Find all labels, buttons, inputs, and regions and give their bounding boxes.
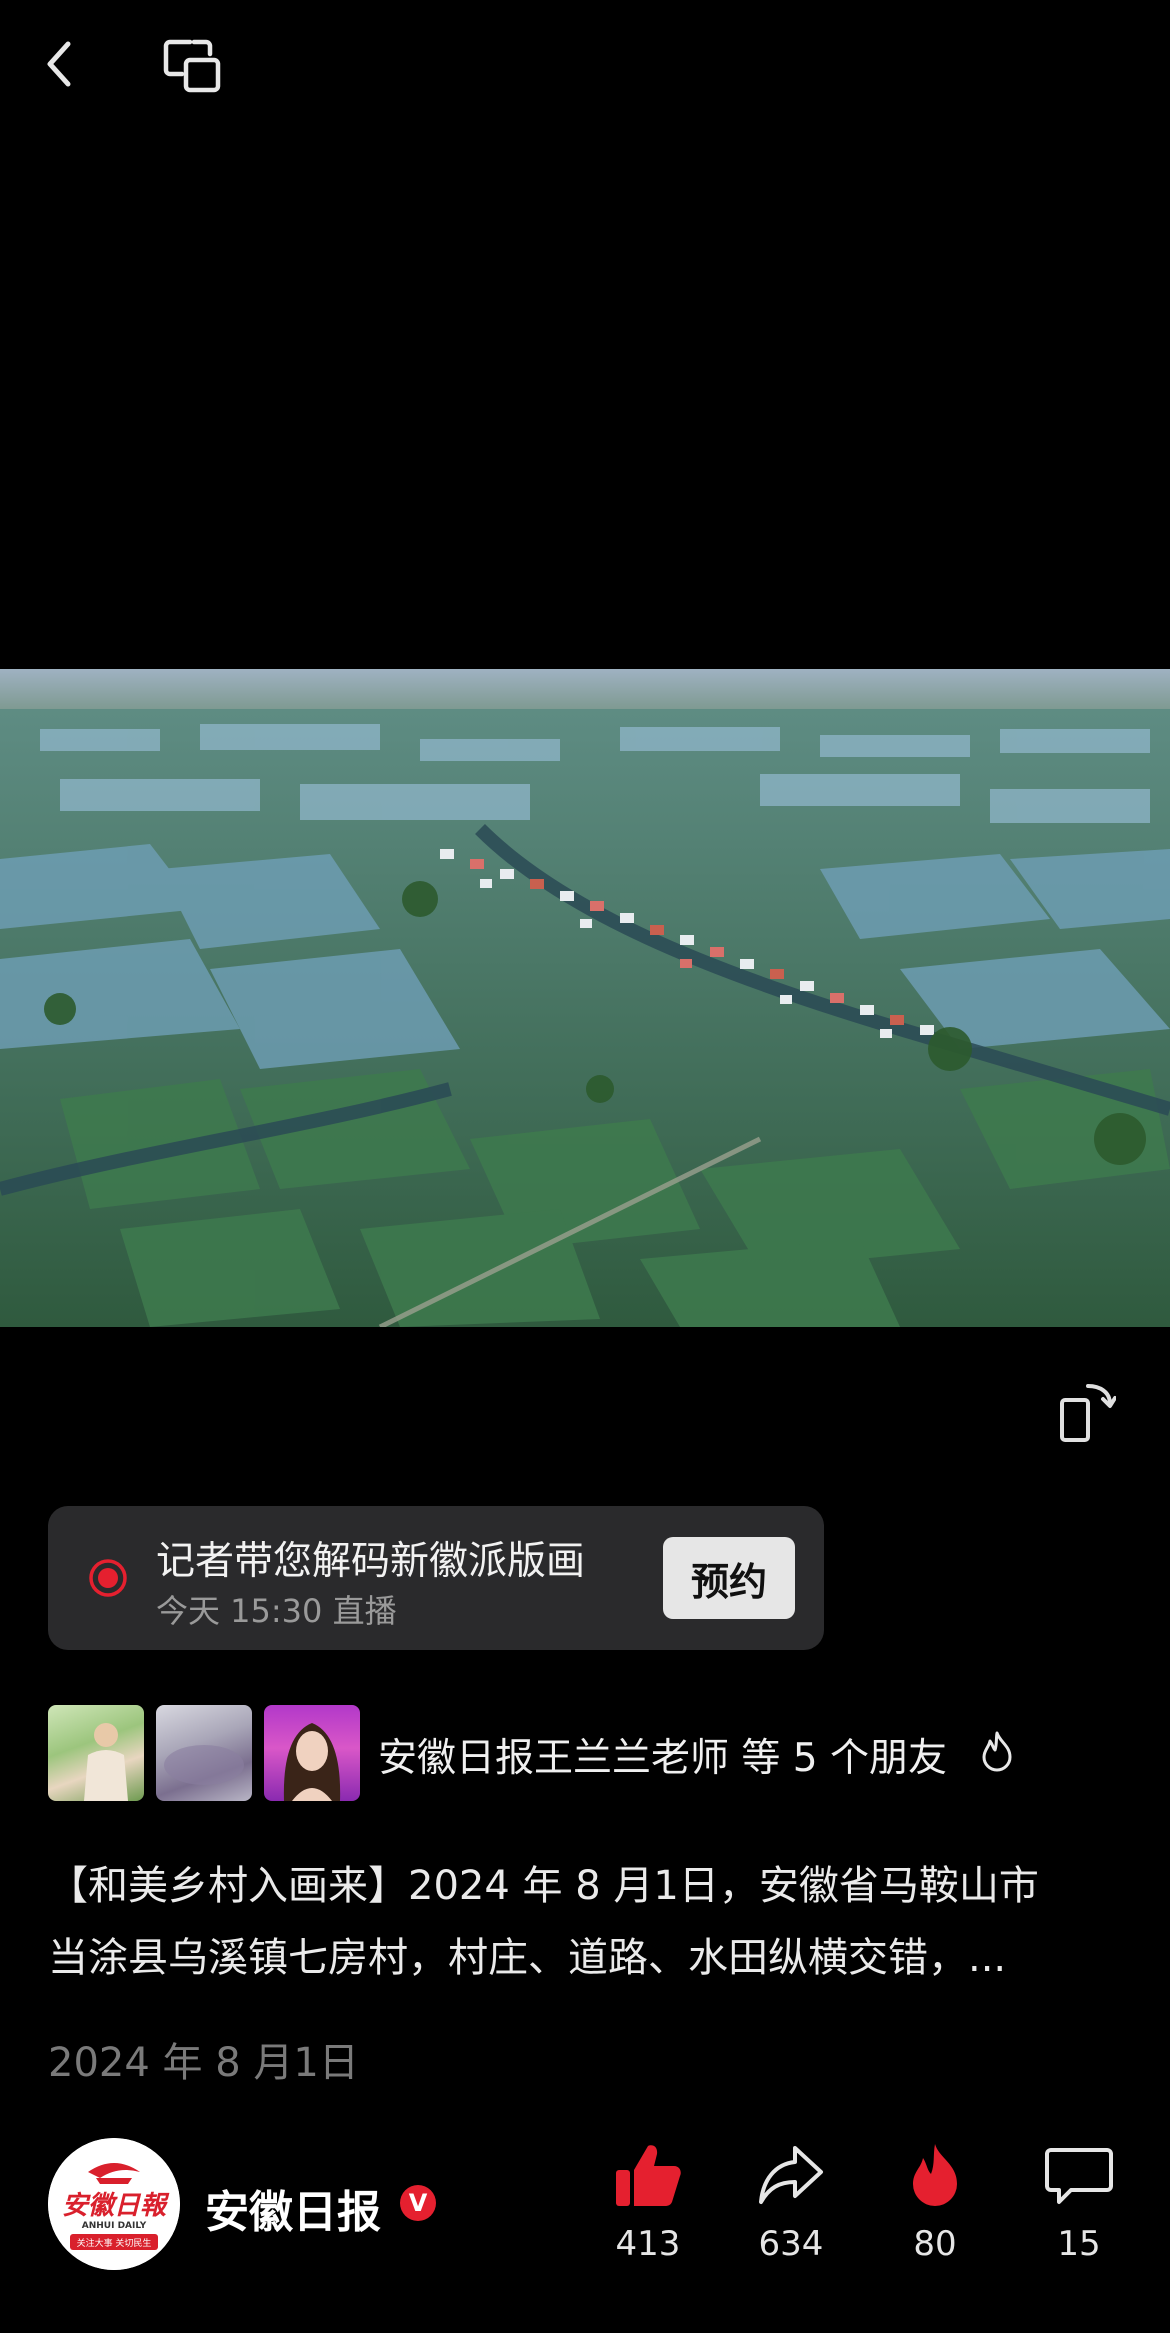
share-arrow-icon	[759, 2146, 823, 2204]
comment-bubble-icon	[1045, 2148, 1113, 2204]
fire-outline-icon	[982, 1731, 1012, 1772]
chevron-left-icon	[47, 41, 71, 87]
verified-badge: V	[400, 2185, 436, 2221]
avatar-photo	[84, 1723, 128, 1801]
hot-count: 80	[913, 2224, 957, 2264]
logo-tagline: 关注大事 关切民生	[77, 2237, 152, 2249]
comment-count: 15	[1057, 2224, 1101, 2264]
logo-text: 安徽日報	[62, 2191, 170, 2221]
live-reservation-card[interactable]: 记者带您解码新徽派版画 今天 15:30 直播 预约	[48, 1506, 824, 1650]
friend-avatar[interactable]	[156, 1705, 252, 1801]
avatar-photo	[164, 1745, 244, 1785]
post-date: 2024 年 8 月1日	[48, 2040, 359, 2086]
like-count: 413	[615, 2224, 681, 2264]
live-time: 今天 15:30 直播	[156, 1592, 397, 1630]
fullscreen-rotate-button[interactable]	[1058, 1380, 1117, 1444]
live-record-icon	[89, 1559, 127, 1597]
description-line: 当涂县乌溪镇七房村，村庄、道路、水田纵横交错，...	[48, 1935, 1007, 1981]
share-button[interactable]: 634	[736, 2140, 846, 2264]
description-line: 【和美乡村入画来】2024 年 8 月1日，安徽省马鞍山市	[48, 1863, 1039, 1909]
account-avatar[interactable]: 安徽日報 ANHUI DAILY 关注大事 关切民生	[48, 2138, 180, 2270]
fire-icon	[913, 2144, 957, 2206]
rotate-screen-icon	[1060, 1384, 1117, 1442]
post-description[interactable]: 【和美乡村入画来】2024 年 8 月1日，安徽省马鞍山市 当涂县乌溪镇七房村，…	[48, 1850, 1122, 1994]
reserve-button[interactable]: 预约	[663, 1537, 795, 1619]
hot-button[interactable]: 80	[880, 2140, 990, 2264]
pip-icon	[163, 39, 221, 93]
account-name[interactable]: 安徽日报	[205, 2176, 381, 2240]
share-count: 634	[758, 2224, 824, 2264]
comment-button[interactable]: 15	[1024, 2140, 1134, 2264]
video-player[interactable]	[0, 669, 1170, 1327]
anhui-daily-logo: 安徽日報 ANHUI DAILY 关注大事 关切民生	[48, 2138, 180, 2270]
logo-subtitle: ANHUI DAILY	[82, 2221, 147, 2231]
friends-liked-text[interactable]: 安徽日报王兰兰老师 等 5 个朋友	[378, 1727, 947, 1783]
thumbs-up-icon	[616, 2145, 681, 2206]
picture-in-picture-button[interactable]	[160, 36, 224, 96]
aerial-farmland-image	[0, 669, 1170, 1327]
live-title: 记者带您解码新徽派版画	[156, 1539, 586, 1584]
like-button[interactable]: 413	[593, 2140, 703, 2264]
avatar-photo	[283, 1723, 341, 1801]
screen: 记者带您解码新徽派版画 今天 15:30 直播 预约 安徽日报王兰兰老师 等 5…	[0, 0, 1170, 2333]
friend-avatar[interactable]	[48, 1705, 144, 1801]
back-button[interactable]	[40, 36, 88, 92]
friend-avatar[interactable]	[264, 1705, 360, 1801]
